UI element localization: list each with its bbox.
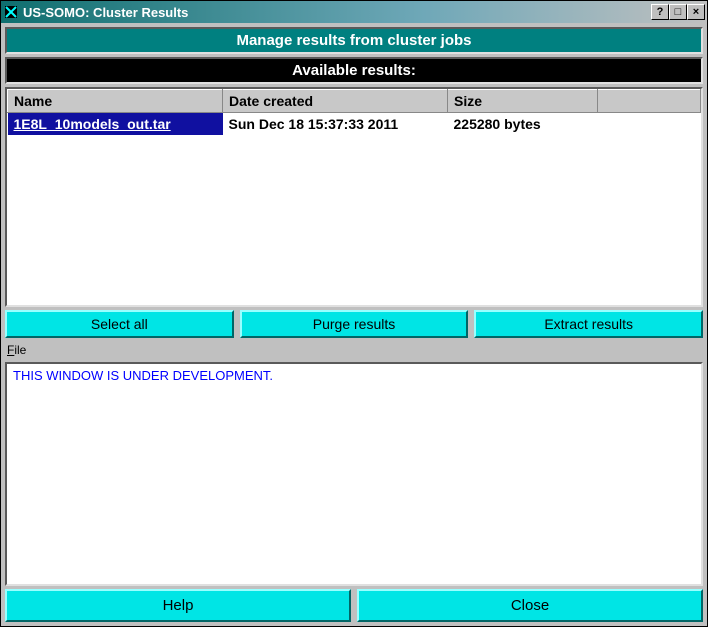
close-window-button[interactable]: × <box>687 4 705 20</box>
app-window: US-SOMO: Cluster Results ? □ × Manage re… <box>0 0 708 627</box>
manage-banner: Manage results from cluster jobs <box>5 27 703 54</box>
cell-name[interactable]: 1E8L_10models_out.tar <box>8 113 223 136</box>
action-button-row: Select all Purge results Extract results <box>5 310 703 338</box>
available-banner: Available results: <box>5 57 703 84</box>
help-button-main[interactable]: Help <box>5 589 351 622</box>
cell-size[interactable]: 225280 bytes <box>448 113 598 136</box>
results-table: Name Date created Size 1E8L_10models_out… <box>7 89 701 135</box>
window-controls: ? □ × <box>651 4 705 20</box>
log-menubar: File <box>5 341 703 359</box>
table-row[interactable]: 1E8L_10models_out.tar Sun Dec 18 15:37:3… <box>8 113 701 136</box>
window-title: US-SOMO: Cluster Results <box>23 5 651 20</box>
content-area: Manage results from cluster jobs Availab… <box>1 23 707 626</box>
select-all-button[interactable]: Select all <box>5 310 234 338</box>
cell-date[interactable]: Sun Dec 18 15:37:33 2011 <box>223 113 448 136</box>
cell-extra[interactable] <box>598 113 701 136</box>
title-bar[interactable]: US-SOMO: Cluster Results ? □ × <box>1 1 707 23</box>
help-button[interactable]: ? <box>651 4 669 20</box>
app-icon <box>3 4 19 20</box>
column-header-extra[interactable] <box>598 90 701 113</box>
log-text-area[interactable]: THIS WINDOW IS UNDER DEVELOPMENT. <box>5 362 703 586</box>
file-menu[interactable]: File <box>7 343 26 357</box>
column-header-name[interactable]: Name <box>8 90 223 113</box>
bottom-button-row: Help Close <box>5 589 703 622</box>
results-table-wrapper: Name Date created Size 1E8L_10models_out… <box>5 87 703 307</box>
table-header-row: Name Date created Size <box>8 90 701 113</box>
maximize-button[interactable]: □ <box>669 4 687 20</box>
column-header-date[interactable]: Date created <box>223 90 448 113</box>
purge-results-button[interactable]: Purge results <box>240 310 469 338</box>
column-header-size[interactable]: Size <box>448 90 598 113</box>
extract-results-button[interactable]: Extract results <box>474 310 703 338</box>
close-button-main[interactable]: Close <box>357 589 703 622</box>
